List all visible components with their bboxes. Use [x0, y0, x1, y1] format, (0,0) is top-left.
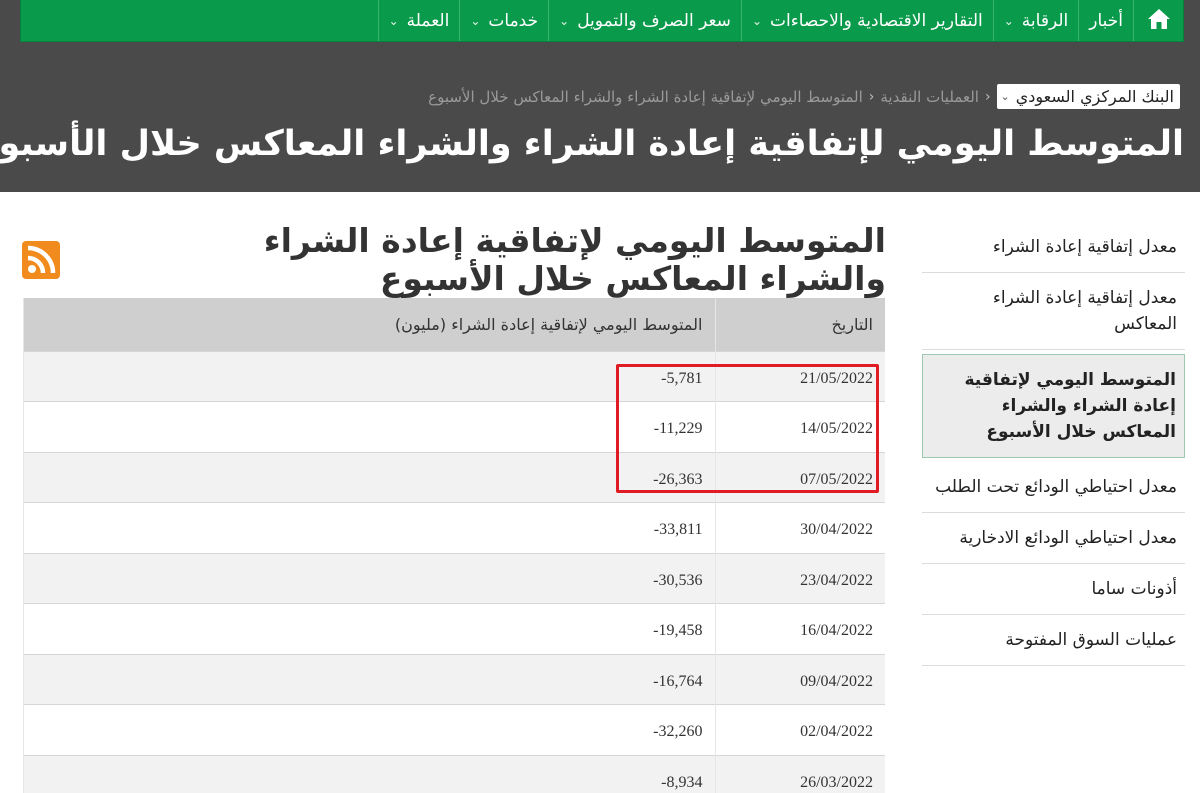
breadcrumb-home-dropdown[interactable]: البنك المركزي السعودي ⌄ — [996, 84, 1180, 109]
chevron-down-icon: ⌄ — [1000, 90, 1010, 103]
table-body: 21/05/2022 -5,781 14/05/2022 -11,229 07/05/2… — [23, 350, 885, 793]
table-row: 21/05/2022 -5,781 — [23, 350, 885, 402]
section-title: المتوسط اليومي لإتفاقية إعادة الشراء وال… — [263, 221, 886, 298]
breadcrumb-item-monetary-operations[interactable]: العمليات النقدية — [880, 88, 979, 106]
column-header-average: المتوسط اليومي لإتفاقية إعادة الشراء (مل… — [23, 298, 715, 351]
nav-item-currency[interactable]: العملة ⌄ — [377, 0, 460, 41]
nav-item-label: خدمات — [488, 10, 539, 31]
nav-item-exchange[interactable]: سعر الصرف والتمويل ⌄ — [548, 0, 741, 41]
table-header-row: التاريخ المتوسط اليومي لإتفاقية إعادة ال… — [23, 298, 885, 351]
nav-item-label: التقارير الاقتصادية والاحصاءات — [770, 10, 983, 31]
nav-item-news[interactable]: أخبار — [1078, 0, 1133, 41]
cell-date: 23/04/2022 — [714, 552, 885, 604]
cell-date: 14/05/2022 — [714, 401, 885, 452]
cell-date: 09/04/2022 — [714, 653, 885, 705]
page-title: المتوسط اليومي لإتفاقية إعادة الشراء وال… — [0, 124, 1184, 164]
sidebar-item-demand-deposit-reserve[interactable]: معدل احتياطي الودائع تحت الطلب — [922, 462, 1185, 513]
nav-item-label: الرقابة — [1021, 10, 1069, 31]
table-row: 23/04/2022 -30,536 — [23, 552, 885, 604]
table-row: 26/03/2022 -8,934 — [23, 754, 885, 793]
chevron-down-icon: ⌄ — [559, 13, 570, 28]
cell-average-value: -26,363 — [23, 451, 715, 503]
cell-date: 02/04/2022 — [714, 704, 885, 755]
cell-average-value: -5,781 — [23, 350, 715, 402]
nav-item-label: أخبار — [1089, 10, 1123, 31]
nav-item-supervision[interactable]: الرقابة ⌄ — [992, 0, 1079, 41]
table-row: 16/04/2022 -19,458 — [23, 603, 885, 654]
cell-date: 07/05/2022 — [714, 451, 885, 503]
sidebar: معدل إتفاقية إعادة الشراء معدل إتفاقية إ… — [922, 222, 1185, 666]
table-row: 30/04/2022 -33,811 — [23, 502, 885, 553]
table-row: 07/05/2022 -26,363 — [23, 451, 885, 503]
table-row: 02/04/2022 -32,260 — [23, 704, 885, 755]
cell-average-value: -19,458 — [23, 603, 715, 654]
breadcrumb-separator-icon: ‹ — [868, 88, 875, 105]
nav-item-reports[interactable]: التقارير الاقتصادية والاحصاءات ⌄ — [740, 0, 993, 41]
chevron-down-icon: ⌄ — [470, 13, 481, 28]
nav-item-services[interactable]: خدمات ⌄ — [459, 0, 548, 41]
breadcrumb-home-label: البنك المركزي السعودي — [1015, 87, 1174, 106]
repo-average-table: التاريخ المتوسط اليومي لإتفاقية إعادة ال… — [23, 298, 885, 793]
chevron-down-icon: ⌄ — [1003, 13, 1014, 28]
table-row: 14/05/2022 -11,229 — [23, 401, 885, 452]
chevron-down-icon: ⌄ — [388, 13, 399, 28]
home-button[interactable] — [1133, 0, 1183, 41]
cell-average-value: -8,934 — [23, 754, 715, 793]
breadcrumb-item-current: المتوسط اليومي لإتفاقية إعادة الشراء وال… — [428, 87, 863, 106]
cell-date: 30/04/2022 — [714, 502, 885, 553]
cell-date: 21/05/2022 — [714, 350, 885, 402]
table-row: 09/04/2022 -16,764 — [23, 653, 885, 705]
sidebar-item-sama-bills[interactable]: أذونات ساما — [922, 564, 1185, 615]
chevron-down-icon: ⌄ — [751, 13, 762, 28]
column-header-date: التاريخ — [714, 298, 885, 351]
sidebar-item-repo-rate[interactable]: معدل إتفاقية إعادة الشراء — [922, 222, 1185, 273]
home-icon — [1147, 8, 1171, 34]
sidebar-item-savings-deposit-reserve[interactable]: معدل احتياطي الودائع الادخارية — [922, 513, 1185, 564]
cell-date: 26/03/2022 — [714, 754, 885, 793]
rss-feed-icon — [22, 241, 60, 279]
sidebar-item-open-market-operations[interactable]: عمليات السوق المفتوحة — [922, 615, 1185, 666]
breadcrumb-separator-icon: ‹ — [984, 88, 991, 105]
cell-average-value: -33,811 — [23, 502, 715, 553]
main-navigation: أخبار الرقابة ⌄ التقارير الاقتصادية والا… — [20, 0, 1184, 42]
nav-item-label: سعر الصرف والتمويل — [577, 10, 731, 31]
nav-item-label: العملة — [406, 10, 450, 31]
cell-average-value: -16,764 — [23, 653, 715, 705]
cell-average-value: -11,229 — [23, 401, 715, 452]
sidebar-item-weekly-average[interactable]: المتوسط اليومي لإتفاقية إعادة الشراء وال… — [922, 354, 1185, 458]
sidebar-item-reverse-repo-rate[interactable]: معدل إتفاقية إعادة الشراء المعاكس — [922, 273, 1185, 350]
cell-average-value: -32,260 — [23, 704, 715, 755]
rss-feed-button[interactable] — [22, 241, 60, 279]
cell-date: 16/04/2022 — [714, 603, 885, 654]
breadcrumb: البنك المركزي السعودي ⌄ ‹ العمليات النقد… — [428, 84, 1180, 109]
cell-average-value: -30,536 — [23, 552, 715, 604]
